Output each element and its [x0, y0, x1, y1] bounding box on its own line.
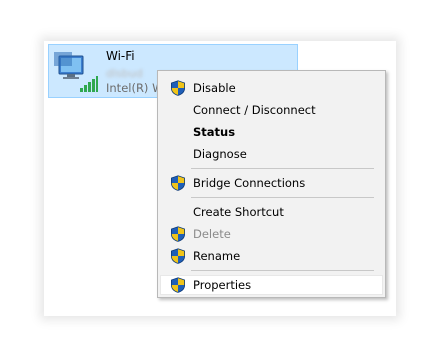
menu-item-properties[interactable]: Properties	[160, 275, 383, 295]
menu-item-delete[interactable]: Delete	[160, 224, 383, 244]
context-menu: Disable Connect / Disconnect Status Diag…	[157, 70, 386, 298]
menu-item-label: Bridge Connections	[193, 176, 306, 190]
menu-item-label: Diagnose	[193, 147, 247, 161]
menu-item-bridge-connections[interactable]: Bridge Connections	[160, 173, 383, 193]
menu-item-diagnose[interactable]: Diagnose	[160, 144, 383, 164]
menu-separator	[191, 168, 374, 169]
menu-item-label: Disable	[193, 81, 236, 95]
adapter-network-status: dlsbud	[106, 67, 143, 80]
uac-shield-icon	[171, 248, 185, 264]
menu-separator	[191, 197, 374, 198]
menu-item-connect-disconnect[interactable]: Connect / Disconnect	[160, 100, 383, 120]
uac-shield-icon	[171, 226, 185, 242]
menu-item-label: Properties	[193, 278, 252, 292]
adapter-name: Wi-Fi	[106, 49, 135, 63]
menu-item-label: Status	[193, 125, 236, 139]
uac-shield-icon	[171, 80, 185, 96]
wifi-network-adapter-icon	[54, 52, 98, 92]
adapter-device-name: Intel(R) W	[106, 81, 164, 95]
menu-item-disable[interactable]: Disable	[160, 78, 383, 98]
menu-separator	[191, 270, 374, 271]
menu-item-label: Delete	[193, 227, 231, 241]
menu-item-rename[interactable]: Rename	[160, 246, 383, 266]
menu-item-label: Create Shortcut	[193, 205, 284, 219]
uac-shield-icon	[171, 175, 185, 191]
menu-item-status[interactable]: Status	[160, 122, 383, 142]
uac-shield-icon	[171, 277, 185, 293]
menu-item-label: Rename	[193, 249, 241, 263]
menu-item-label: Connect / Disconnect	[193, 103, 316, 117]
menu-item-create-shortcut[interactable]: Create Shortcut	[160, 202, 383, 222]
